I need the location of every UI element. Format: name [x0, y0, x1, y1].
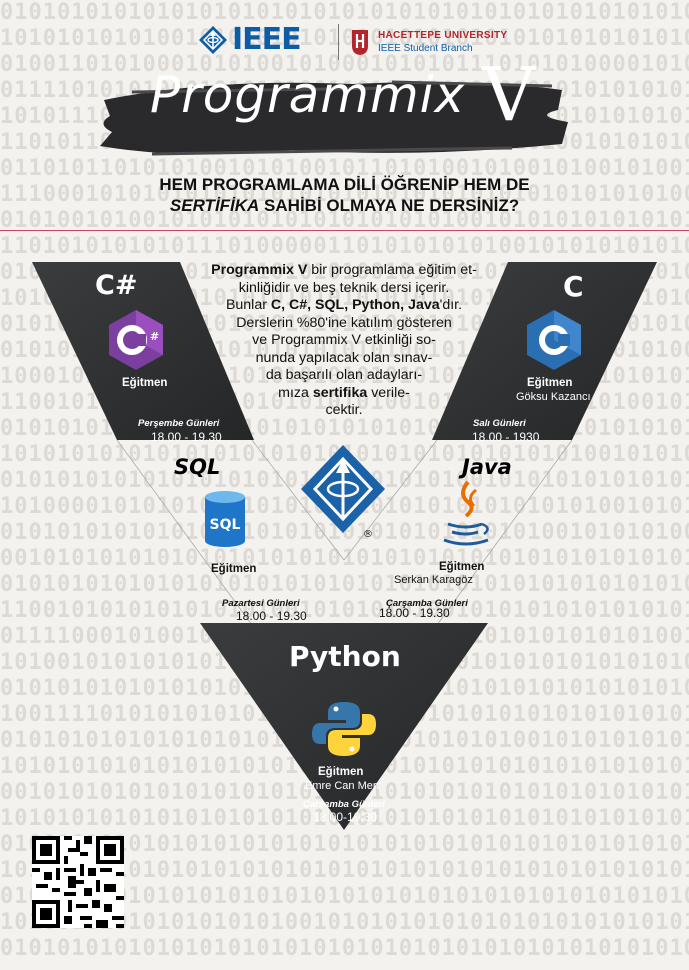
sql-icon-text: SQL [210, 517, 241, 533]
sql-day: Pazartesi Günleri [222, 598, 300, 609]
intro-line-8-end: verile- [367, 384, 410, 401]
java-time: 18.00 - 19.30 [379, 606, 450, 620]
ieee-center-logo-icon: ® [301, 445, 385, 539]
sql-icon: SQL [205, 491, 245, 547]
intro-line-4: Derslerin %80'ine katılım gösteren [236, 314, 452, 331]
c-label: C [563, 270, 584, 303]
intro-line-7: da başarılı olan adayları- [265, 367, 423, 383]
python-instructor-label: Eğitmen [318, 766, 364, 778]
python-instructor-name: Emre Can Mert [305, 780, 380, 792]
intro-line-1: bir programlama eğitim et- [307, 262, 477, 278]
intro-paragraph: Programmix V bir programlama eğitim et- … [188, 262, 500, 420]
intro-line-2: kinliğidir ve beş teknik dersi içerir. [238, 279, 450, 296]
python-label: Python [289, 640, 401, 673]
intro-line-5: ve Programmix V etkinliği so- [252, 332, 436, 348]
intro-line-3-end: 'dır. [439, 297, 463, 313]
intro-line-8-start: mıza [278, 384, 313, 401]
csharp-day: Perşembe Günleri [138, 418, 220, 429]
java-icon [443, 480, 489, 546]
csharp-label: C# [95, 270, 138, 301]
intro-line-6: nunda yapılacak olan sınav- [255, 349, 433, 366]
sql-label: SQL [174, 455, 221, 479]
registered-mark: ® [363, 529, 373, 539]
java-label: Java [462, 455, 512, 479]
sql-instructor-label: Eğitmen [211, 563, 257, 575]
svg-text:#: # [150, 330, 159, 343]
java-instructor-name: Serkan Karagöz [394, 574, 473, 586]
python-time: 18.00-19.30 [313, 810, 378, 824]
c-time: 18.00 - 1930 [472, 430, 540, 444]
c-day: Salı Günleri [473, 418, 526, 429]
java-instructor-label: Eğitmen [439, 561, 485, 573]
csharp-time: 18.00 - 19.30 [151, 430, 222, 444]
python-icon [312, 702, 376, 756]
intro-line-9: cektir. [325, 402, 363, 418]
intro-languages: C, C#, SQL, Python, Java [270, 297, 440, 313]
intro-event-name: Programmix V [211, 262, 308, 278]
c-instructor-label: Eğitmen [527, 377, 573, 389]
python-day: Çarşamba Günleri [303, 799, 385, 810]
sql-time: 18.00 - 19.30 [236, 609, 307, 623]
csharp-instructor-label: Eğitmen [122, 377, 168, 389]
intro-certificate: sertifika [312, 384, 368, 401]
c-instructor-name: Göksu Kazancı [516, 391, 591, 403]
csharp-icon: # [109, 310, 163, 370]
intro-line-3-start: Bunlar [225, 297, 271, 313]
qr-code-icon[interactable] [32, 836, 124, 928]
c-icon [527, 310, 581, 370]
